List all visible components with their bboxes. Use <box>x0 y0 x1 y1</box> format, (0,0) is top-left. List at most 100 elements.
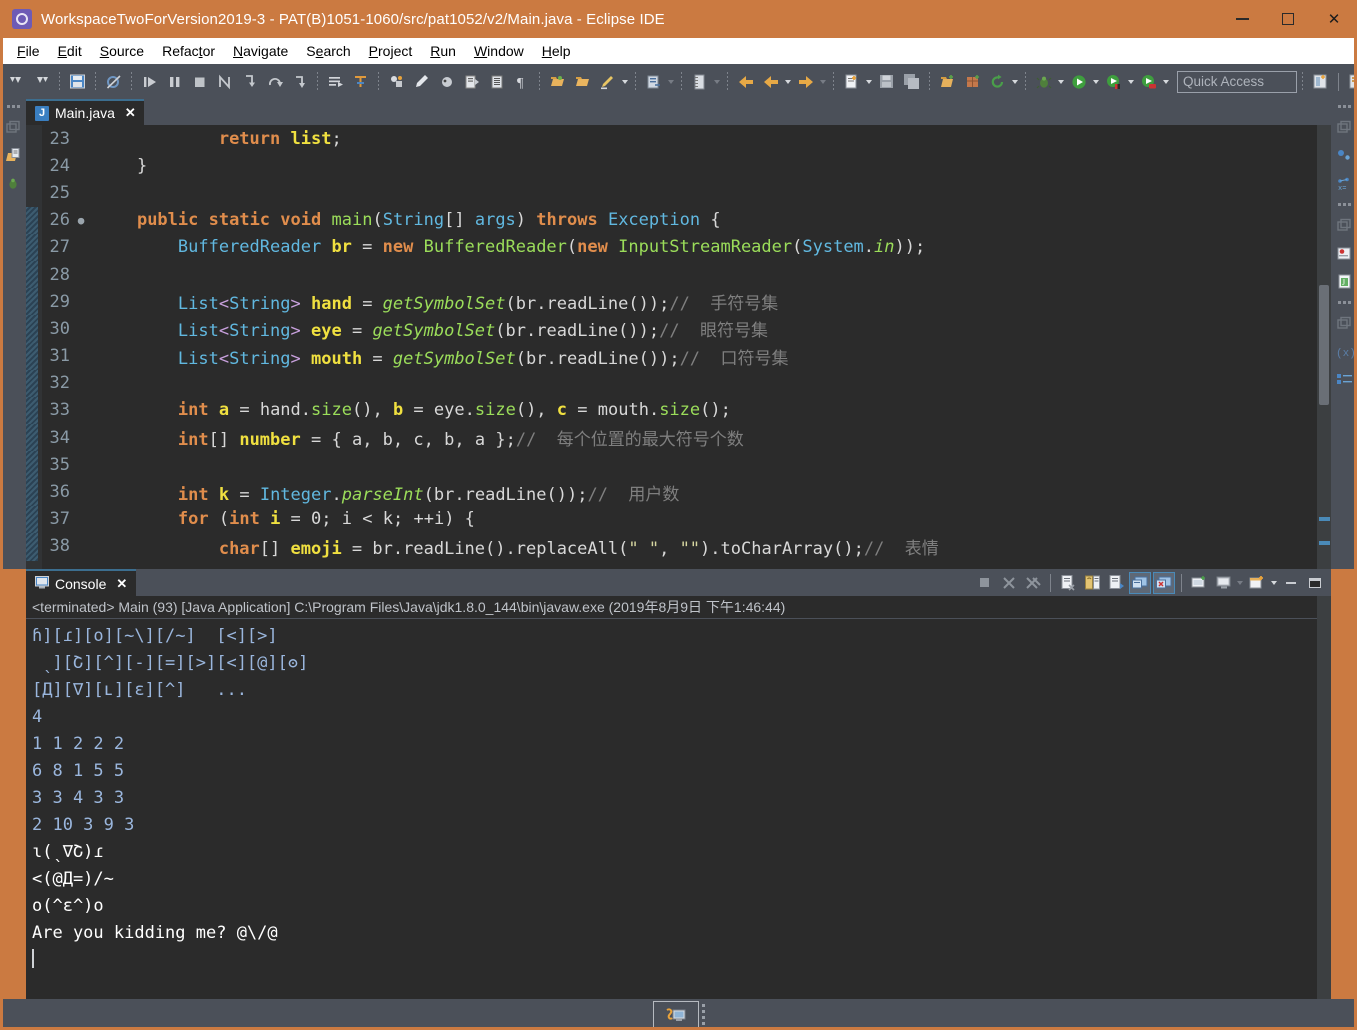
code-line[interactable]: 33 int a = hand.size(), b = eye.size(), … <box>26 397 939 424</box>
code-line[interactable]: 29 List<String> hand = getSymbolSet(br.r… <box>26 288 939 315</box>
minimize-icon[interactable] <box>1280 572 1302 594</box>
console-output[interactable]: ɦ][ɾ][o][~\][/~] [<][>] ˎ][Շ][^][-][=][>… <box>26 619 1331 995</box>
menu-file[interactable]: File <box>8 41 49 61</box>
variables-icon[interactable]: x= <box>1331 169 1357 197</box>
code-line[interactable]: 25 <box>26 179 939 206</box>
save-icon[interactable] <box>66 70 89 93</box>
code-viewport[interactable]: 23 return list; 24 } 25 26 ● public static v… <box>26 125 1331 569</box>
code-line[interactable]: 36 int k = Integer.parseInt(br.readLine(… <box>26 478 939 505</box>
coverage-caret[interactable] <box>1161 72 1170 92</box>
status-perspective-icon[interactable] <box>652 1001 699 1028</box>
editor-tab-main-java[interactable]: J Main.java ✕ <box>26 99 144 125</box>
forward-arrow-icon[interactable] <box>794 70 817 93</box>
resume-icon[interactable] <box>138 70 161 93</box>
new-wizard-caret[interactable] <box>864 72 873 92</box>
skip-breakpoints-icon[interactable] <box>102 70 125 93</box>
refresh-icon[interactable] <box>986 70 1009 93</box>
console-tab-close-icon[interactable]: ✕ <box>116 576 127 592</box>
new-console-view-icon[interactable] <box>1246 572 1268 594</box>
code-line[interactable]: 24 } <box>26 152 939 179</box>
code-line[interactable]: 28 <box>26 261 939 288</box>
maximize-button[interactable] <box>1265 0 1311 38</box>
overview-marker-2[interactable] <box>1319 541 1330 545</box>
open-perspective-icon[interactable] <box>1309 70 1332 93</box>
outline-icon[interactable] <box>1331 141 1357 169</box>
suspend-icon[interactable] <box>163 70 186 93</box>
terminate-icon[interactable] <box>188 70 211 93</box>
scroll-lock-icon[interactable] <box>1081 572 1103 594</box>
maximize-icon[interactable] <box>1304 572 1326 594</box>
restore-view-icon[interactable] <box>0 113 26 141</box>
back-icon[interactable] <box>734 70 757 93</box>
menu-navigate[interactable]: Navigate <box>224 41 297 61</box>
java-perspective-icon[interactable] <box>1345 70 1357 93</box>
new-java-class-icon[interactable] <box>349 70 372 93</box>
run-config-icon[interactable] <box>1102 70 1125 93</box>
code-line[interactable]: 27 BufferedReader br = new BufferedReade… <box>26 234 939 261</box>
restore-view-2-icon[interactable] <box>1331 211 1357 239</box>
external-tools-caret[interactable] <box>666 72 675 92</box>
show-console-on-output-icon[interactable] <box>1129 571 1151 594</box>
save-all-icon[interactable] <box>900 70 923 93</box>
open-type-icon[interactable] <box>546 70 569 93</box>
code-line[interactable]: 30 List<String> eye = getSymbolSet(br.re… <box>26 315 939 342</box>
debug-caret[interactable] <box>1056 72 1065 92</box>
measure-icon[interactable] <box>688 70 711 93</box>
console-vertical-scrollbar[interactable] <box>1317 596 1331 999</box>
console-tab[interactable]: Console ✕ <box>26 569 137 596</box>
refresh-caret[interactable] <box>1010 72 1019 92</box>
step-over-icon[interactable] <box>263 70 286 93</box>
show-whitespace-icon[interactable] <box>485 70 508 93</box>
open-console-icon[interactable] <box>1212 572 1234 594</box>
remove-launch-icon[interactable] <box>998 572 1020 594</box>
external-tools-icon[interactable] <box>642 70 665 93</box>
edit-icon[interactable] <box>410 70 433 93</box>
menu-refactor[interactable]: Refactor <box>153 41 224 61</box>
breakpoints-icon[interactable] <box>1331 239 1357 267</box>
open-folder-icon[interactable] <box>571 70 594 93</box>
code-line[interactable]: 38 char[] emoji = br.readLine().replaceA… <box>26 533 939 560</box>
next-annotation-icon[interactable] <box>460 70 483 93</box>
disconnect-icon[interactable] <box>213 70 236 93</box>
outline-list-icon[interactable] <box>1331 365 1357 393</box>
editor-scroll-thumb[interactable] <box>1319 285 1329 405</box>
rail-drag-handle[interactable] <box>0 99 26 113</box>
fold-marker[interactable]: ● <box>74 214 88 227</box>
menu-run[interactable]: Run <box>421 41 465 61</box>
restore-view-icon[interactable] <box>1331 113 1357 141</box>
back-arrow-icon[interactable] <box>759 70 782 93</box>
debug-perspective-icon[interactable] <box>435 70 458 93</box>
forward-caret[interactable] <box>818 72 827 92</box>
step-into-icon[interactable] <box>238 70 261 93</box>
menu-project[interactable]: Project <box>360 41 422 61</box>
measure-caret[interactable] <box>712 72 721 92</box>
run-config-caret[interactable] <box>1126 72 1135 92</box>
minimize-button[interactable] <box>1219 0 1265 38</box>
quick-access-input[interactable]: Quick Access <box>1177 70 1297 93</box>
code-line[interactable]: 31 List<String> mouth = getSymbolSet(br.… <box>26 343 939 370</box>
display-selected-console-icon[interactable] <box>1188 572 1210 594</box>
rail-drag-handle-right[interactable] <box>1331 99 1357 113</box>
redo-icon[interactable] <box>30 70 53 93</box>
code-line[interactable]: 32 <box>26 370 939 397</box>
expressions-icon[interactable]: (x)= <box>1331 337 1357 365</box>
word-wrap-icon[interactable] <box>1105 572 1127 594</box>
code-line[interactable]: 26 ● public static void main(String[] arg… <box>26 207 939 234</box>
package-explorer-icon[interactable] <box>0 141 26 169</box>
code-line[interactable]: 34 int[] number = { a, b, c, b, a };// 每… <box>26 424 939 451</box>
step-return-icon[interactable] <box>288 70 311 93</box>
run-caret[interactable] <box>1091 72 1100 92</box>
editor-vertical-scrollbar[interactable] <box>1317 125 1331 569</box>
menu-window[interactable]: Window <box>465 41 533 61</box>
open-console-caret[interactable] <box>1235 573 1244 593</box>
pin-console-icon[interactable] <box>1153 571 1175 594</box>
open-task-icon[interactable] <box>324 70 347 93</box>
menu-edit[interactable]: Edit <box>49 41 91 61</box>
highlight-icon[interactable] <box>596 70 619 93</box>
status-resize-handle[interactable] <box>701 1004 705 1025</box>
pilcrow-icon[interactable]: ¶ <box>510 70 533 93</box>
javadoc-icon[interactable]: J <box>1331 267 1357 295</box>
editor-tab-close-icon[interactable]: ✕ <box>125 105 136 121</box>
new-console-caret[interactable] <box>1269 573 1278 593</box>
toggle-mark-occurrences-icon[interactable] <box>385 70 408 93</box>
